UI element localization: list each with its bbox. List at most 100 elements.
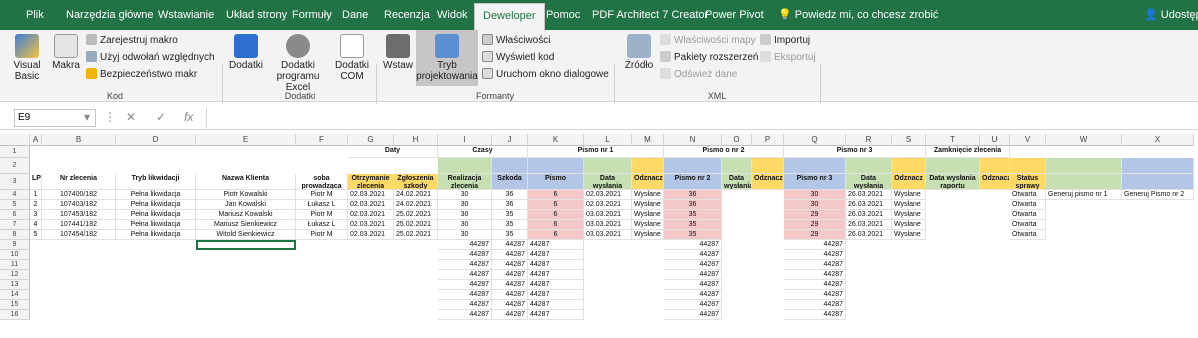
cell-pismo1[interactable]: 6: [528, 220, 584, 230]
cell-osoba[interactable]: Łukasz L: [296, 220, 348, 230]
cell-lp[interactable]: 4: [30, 220, 42, 230]
cancel-icon[interactable]: ✕: [126, 110, 136, 124]
column-header[interactable]: B: [42, 134, 116, 146]
cell-pismo3[interactable]: 44287: [784, 300, 846, 310]
cell-odznacz1[interactable]: Wysłane: [632, 190, 664, 200]
cell-szkoda[interactable]: 36: [492, 200, 528, 210]
tab-wstawianie[interactable]: Wstawianie: [150, 0, 222, 30]
cell-tryb[interactable]: Pełna likwidacja: [116, 210, 196, 220]
header-fill[interactable]: [722, 158, 752, 174]
cell-pismo3[interactable]: 44287: [784, 310, 846, 320]
column-title-pismo[interactable]: Pismo: [528, 174, 584, 190]
row-header[interactable]: 7: [0, 220, 30, 230]
visual-basic-button[interactable]: Visual Basic: [6, 34, 48, 82]
column-title-data_wysl1[interactable]: Data wysłania: [584, 174, 632, 190]
column-header[interactable]: E: [196, 134, 296, 146]
tell-me-box[interactable]: 💡 Powiedz mi, co chcesz zrobić: [770, 0, 946, 30]
header-fill[interactable]: [438, 158, 492, 174]
cell-tryb[interactable]: Pełna likwidacja: [116, 230, 196, 240]
column-title-pismo3[interactable]: Pismo nr 3: [784, 174, 846, 190]
cell-szkoda[interactable]: 44287: [492, 300, 528, 310]
cell-data-wyslania1[interactable]: 02.03.2021: [584, 200, 632, 210]
column-title-lp[interactable]: LP: [30, 174, 42, 190]
header-fill[interactable]: [1046, 158, 1122, 174]
formula-input[interactable]: [206, 108, 1194, 128]
column-header[interactable]: F: [296, 134, 348, 146]
tab-deweloper[interactable]: Deweloper: [474, 3, 545, 30]
cell-tryb[interactable]: Pełna likwidacja: [116, 200, 196, 210]
cell-odznacz1[interactable]: Wysłane: [632, 220, 664, 230]
cell-pismo1[interactable]: 44287: [528, 290, 584, 300]
map-properties-button[interactable]: Właściwości mapy: [660, 34, 756, 48]
record-macro-button[interactable]: Zarejestruj makro: [86, 34, 178, 48]
row-header[interactable]: 8: [0, 230, 30, 240]
column-header[interactable]: L: [584, 134, 632, 146]
cell-klient[interactable]: Mariusz Kowalski: [196, 210, 296, 220]
header-fill[interactable]: [528, 158, 584, 174]
group-title-daty[interactable]: Daty: [348, 146, 438, 158]
function-icon[interactable]: fx: [184, 110, 193, 124]
cell-odznacz1[interactable]: Wysłane: [632, 200, 664, 210]
column-header[interactable]: Q: [784, 134, 846, 146]
row-header[interactable]: 13: [0, 280, 30, 290]
run-dialog-button[interactable]: Uruchom okno dialogowe: [482, 68, 609, 82]
column-header[interactable]: I: [438, 134, 492, 146]
cell-realizacja[interactable]: 44287: [438, 270, 492, 280]
cell-zgloszenie[interactable]: 25.02.2021: [394, 220, 438, 230]
header-fill[interactable]: [980, 158, 1010, 174]
header-fill[interactable]: [664, 158, 722, 174]
share-button[interactable]: 👤 Udostęp: [1136, 0, 1198, 30]
cell-pismo1[interactable]: 44287: [528, 250, 584, 260]
generate-letter1-button[interactable]: Generuj pismo nr 1: [1046, 190, 1122, 200]
row-header[interactable]: 9: [0, 240, 30, 250]
column-header[interactable]: J: [492, 134, 528, 146]
selected-cell[interactable]: [196, 240, 296, 250]
cell-klient[interactable]: Witold Sienkiewicz: [196, 230, 296, 240]
cell-status[interactable]: Otwarta: [1010, 210, 1046, 220]
cell-pismo1[interactable]: 6: [528, 210, 584, 220]
row-header[interactable]: 15: [0, 300, 30, 310]
header-fill[interactable]: [1122, 158, 1194, 174]
cell-pismo2[interactable]: 44287: [664, 290, 722, 300]
cell-data-wyslania3[interactable]: 26.03.2021: [846, 220, 892, 230]
cell-nr[interactable]: 107441/182: [42, 220, 116, 230]
cell-pismo3[interactable]: 30: [784, 200, 846, 210]
header-fill-w[interactable]: [1046, 174, 1122, 190]
cell-realizacja[interactable]: 44287: [438, 300, 492, 310]
cell-pismo3[interactable]: 44287: [784, 240, 846, 250]
header-fill-x[interactable]: [1122, 174, 1194, 190]
cell-zgloszenie[interactable]: 25.02.2021: [394, 230, 438, 240]
cell-pismo3[interactable]: 30: [784, 190, 846, 200]
cell-szkoda[interactable]: 44287: [492, 270, 528, 280]
column-header[interactable]: T: [926, 134, 980, 146]
header-fill[interactable]: [784, 158, 846, 174]
properties-button[interactable]: Właściwości: [482, 34, 550, 48]
cell-nr[interactable]: 107453/182: [42, 210, 116, 220]
column-title-tryb[interactable]: Tryb likwidacji: [116, 174, 196, 190]
cell-osoba[interactable]: Piotr M: [296, 230, 348, 240]
cell-pismo3[interactable]: 29: [784, 220, 846, 230]
cell-pismo1[interactable]: 44287: [528, 270, 584, 280]
row-header[interactable]: 12: [0, 270, 30, 280]
cell-pismo1[interactable]: 6: [528, 230, 584, 240]
row-header[interactable]: 11: [0, 260, 30, 270]
group-title-pismo1[interactable]: Pismo nr 1: [528, 146, 664, 158]
cell-pismo3[interactable]: 44287: [784, 280, 846, 290]
cell-realizacja[interactable]: 30: [438, 190, 492, 200]
header-fill[interactable]: [846, 158, 892, 174]
cell-pismo2[interactable]: 44287: [664, 260, 722, 270]
cell-odznacz1[interactable]: Wysłane: [632, 230, 664, 240]
column-title-data_wysl2[interactable]: Data wysłania: [722, 174, 752, 190]
cell-pismo3[interactable]: 44287: [784, 250, 846, 260]
column-title-data_wysl3[interactable]: Data wysłania: [846, 174, 892, 190]
expansion-packs-button[interactable]: Pakiety rozszerzeń: [660, 51, 758, 65]
cell-zgloszenie[interactable]: 24.02.2021: [394, 190, 438, 200]
column-title-zgloszenie[interactable]: Zgłoszenia szkody: [394, 174, 438, 190]
cell-status[interactable]: Otwarta: [1010, 200, 1046, 210]
cell-pismo2[interactable]: 44287: [664, 300, 722, 310]
cell-osoba[interactable]: Piotr M: [296, 190, 348, 200]
header-fill[interactable]: [492, 158, 528, 174]
column-header[interactable]: P: [752, 134, 784, 146]
cell-odznacz1[interactable]: Wysłane: [632, 210, 664, 220]
cell-nr[interactable]: 107454/182: [42, 230, 116, 240]
